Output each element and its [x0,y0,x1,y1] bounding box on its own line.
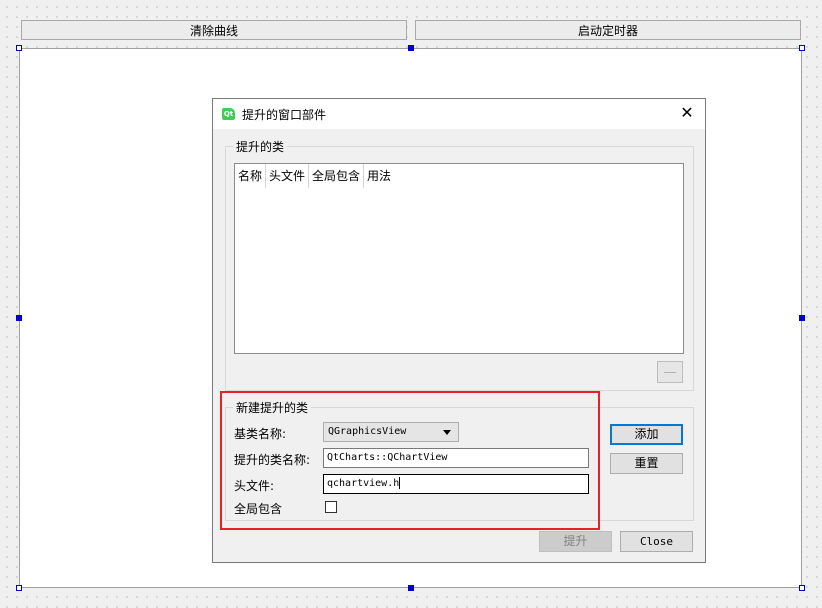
remove-class-button[interactable] [657,361,683,383]
promote-button[interactable]: 提升 [539,531,612,552]
reset-button[interactable]: 重置 [610,453,683,474]
column-header-header-file[interactable]: 头文件 [266,164,310,188]
dialog-titlebar: Qt 提升的窗口部件 ✕ [213,99,705,129]
clear-curve-label: 清除曲线 [189,23,238,38]
add-button[interactable]: 添加 [610,424,683,445]
annotation-highlight-box [220,391,600,530]
dialog-title: 提升的窗口部件 [242,108,327,122]
column-header-global-include[interactable]: 全局包含 [309,164,365,188]
minus-icon [664,372,676,373]
column-header-usage[interactable]: 用法 [364,164,394,188]
column-header-name[interactable]: 名称 [235,164,267,188]
selection-handle-top[interactable] [408,45,414,51]
promoted-classes-table[interactable]: 名称 头文件 全局包含 用法 [234,163,684,354]
selection-handle-right[interactable] [799,315,805,321]
selection-handle-bottom-left[interactable] [16,585,22,591]
close-button[interactable]: Close [620,531,693,552]
close-icon[interactable]: ✕ [677,103,697,123]
start-timer-button[interactable]: 启动定时器 [415,20,801,40]
clear-curve-button[interactable]: 清除曲线 [21,20,407,40]
promoted-classes-group-label: 提升的类 [233,138,288,155]
selection-handle-top-left[interactable] [16,45,22,51]
selection-handle-left[interactable] [16,315,22,321]
table-header: 名称 头文件 全局包含 用法 [235,164,394,188]
selection-handle-bottom[interactable] [408,585,414,591]
start-timer-label: 启动定时器 [577,23,638,38]
qt-logo-icon: Qt [222,108,235,120]
selection-handle-bottom-right[interactable] [799,585,805,591]
selection-handle-top-right[interactable] [799,45,805,51]
